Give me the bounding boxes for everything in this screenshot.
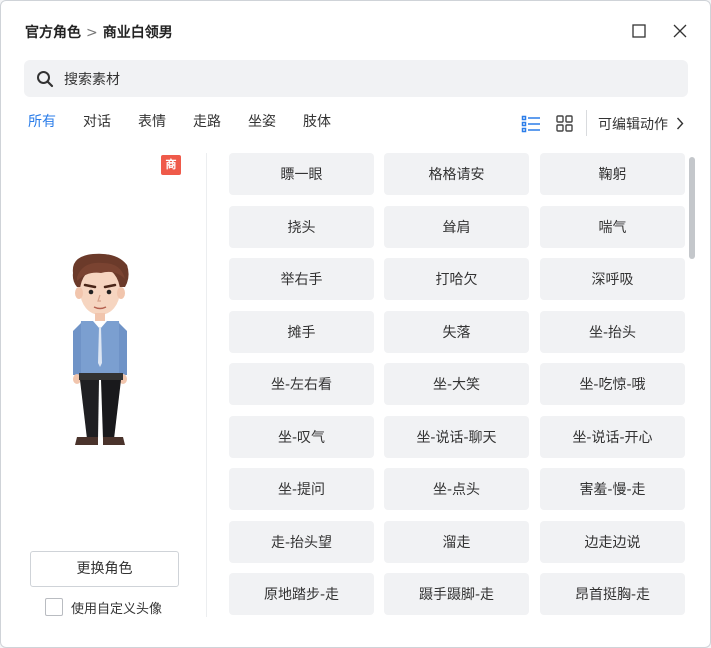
custom-avatar-checkbox[interactable]	[45, 598, 63, 616]
panel-divider	[206, 153, 207, 617]
breadcrumb-current: 商业白领男	[102, 25, 173, 41]
title-bar: 官方角色 > 商业白领男	[1, 1, 710, 59]
action-button[interactable]: 坐-大笑	[384, 363, 529, 405]
action-button[interactable]: 走-抬头望	[229, 521, 374, 563]
action-button[interactable]: 坐-点头	[384, 468, 529, 510]
action-button[interactable]: 坐-吃惊-哦	[540, 363, 685, 405]
scrollbar-thumb[interactable]	[689, 157, 695, 259]
action-grid: 瞟一眼 格格请安 鞠躬挠头 耸肩 喘气举右手 打哈欠 深呼吸摊手 失落 坐-抬头坐-左右看 坐-大…	[229, 153, 686, 617]
action-button[interactable]: 耸肩	[384, 206, 529, 248]
dialog-window: 官方角色 >商业白领男 所有 对话 表情 走路 坐姿 肢体	[0, 0, 711, 648]
breadcrumb-parent[interactable]: 官方角色	[25, 25, 81, 41]
action-button[interactable]: 蹑手蹑脚-走	[384, 573, 529, 615]
action-button[interactable]: 害羞-慢-走	[540, 468, 685, 510]
search-bar	[24, 60, 688, 99]
action-button[interactable]: 失落	[384, 311, 529, 353]
action-button[interactable]: 打哈欠	[384, 258, 529, 300]
tab-all[interactable]: 所有	[28, 111, 56, 131]
grid-view-button[interactable]	[555, 114, 575, 134]
list-view-icon	[521, 115, 540, 133]
action-button[interactable]: 坐-说话-聊天	[384, 416, 529, 458]
character-avatar	[72, 253, 129, 445]
action-button[interactable]: 格格请安	[384, 153, 529, 195]
tab-dialogue[interactable]: 对话	[83, 111, 111, 131]
breadcrumb: 官方角色 > 商业白领男	[25, 22, 173, 42]
action-button[interactable]: 坐-叹气	[229, 416, 374, 458]
action-button[interactable]: 边走边说	[540, 521, 685, 563]
search-input[interactable]	[62, 60, 666, 99]
action-button[interactable]: 坐-说话-开心	[540, 416, 685, 458]
chevron-right-icon	[676, 117, 684, 130]
close-button[interactable]	[668, 19, 692, 43]
action-button[interactable]: 昂首挺胸-走	[540, 573, 685, 615]
category-tabs: 所有 对话 表情 走路 坐姿 肢体	[1, 111, 421, 137]
custom-avatar-label: 使用自定义头像	[71, 602, 163, 617]
close-icon	[673, 24, 687, 38]
action-button[interactable]: 坐-左右看	[229, 363, 374, 405]
action-button[interactable]: 原地踏步-走	[229, 573, 374, 615]
grid-view-icon	[556, 115, 573, 132]
editable-actions-link[interactable]: 可编辑动作	[598, 114, 684, 134]
action-button[interactable]: 喘气	[540, 206, 685, 248]
maximize-icon	[632, 24, 646, 38]
action-button[interactable]: 坐-提问	[229, 468, 374, 510]
toolbar-divider	[586, 110, 587, 136]
change-character-button[interactable]: 更换角色	[30, 551, 179, 587]
commercial-badge: 商	[161, 155, 181, 175]
action-button[interactable]: 鞠躬	[540, 153, 685, 195]
tab-sitting[interactable]: 坐姿	[248, 111, 276, 131]
list-view-button[interactable]	[521, 114, 541, 134]
action-button[interactable]: 深呼吸	[540, 258, 685, 300]
action-button[interactable]: 举右手	[229, 258, 374, 300]
action-button[interactable]: 瞟一眼	[229, 153, 374, 195]
action-button[interactable]: 挠头	[229, 206, 374, 248]
tab-expression[interactable]: 表情	[138, 111, 166, 131]
breadcrumb-separator: >	[86, 25, 98, 41]
tab-walk[interactable]: 走路	[193, 111, 221, 131]
maximize-button[interactable]	[627, 19, 651, 43]
search-icon	[37, 71, 54, 88]
editable-actions-label: 可编辑动作	[598, 117, 668, 133]
action-button[interactable]: 坐-抬头	[540, 311, 685, 353]
action-button[interactable]: 溜走	[384, 521, 529, 563]
action-button[interactable]: 摊手	[229, 311, 374, 353]
action-grid-scrollbar[interactable]	[689, 153, 695, 617]
tab-body[interactable]: 肢体	[303, 111, 331, 131]
